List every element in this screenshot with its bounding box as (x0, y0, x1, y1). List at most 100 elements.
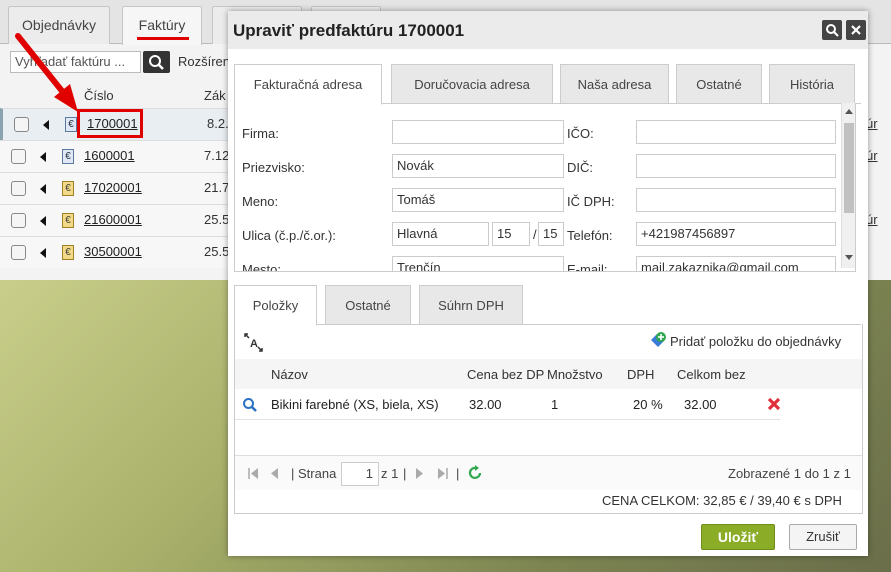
annotation-arrow-icon (15, 33, 78, 112)
address-tabs: Fakturačná adresa Doručovacia adresa Naš… (234, 64, 861, 105)
search-icon[interactable] (242, 397, 258, 413)
scroll-up-icon[interactable] (845, 109, 853, 114)
total-price: CENA CELKOM: 32,85 € / 39,40 € s DPH (602, 493, 842, 508)
priezvisko-label: Priezvisko: (242, 160, 305, 175)
meno-input[interactable]: Tomáš (392, 188, 564, 212)
mesto-label: Mesto: (242, 262, 282, 272)
table-row[interactable]: € 21600001 25.5 (0, 204, 229, 236)
firma-label: Firma: (242, 126, 279, 141)
dialog-title: Upraviť predfaktúru 1700001 (233, 21, 465, 40)
dic-input[interactable] (636, 154, 836, 178)
col-mnozstvo[interactable]: Množstvo (547, 367, 603, 382)
close-icon (851, 25, 861, 35)
row-date: 7.12 (204, 148, 230, 163)
euro-icon: € (62, 181, 74, 196)
invoice-number-link[interactable]: 17020001 (84, 180, 142, 195)
cislo-orientacne-input[interactable]: 15 (538, 222, 564, 246)
add-item-link[interactable]: Pridať položku do objednávky (670, 334, 841, 349)
ulica-label: Ulica (č.p./č.or.): (242, 228, 336, 243)
tab-polozky[interactable]: Položky (234, 285, 317, 326)
meno-label: Meno: (242, 194, 279, 209)
last-page-icon[interactable] (437, 468, 449, 479)
right-fragment: úr (866, 148, 878, 163)
strana-label: Strana (298, 466, 337, 481)
page-divider: | (403, 466, 407, 481)
add-tag-icon[interactable] (649, 331, 667, 349)
tab-ostatne-items[interactable]: Ostatné (325, 285, 411, 325)
search-button[interactable] (143, 51, 170, 73)
delete-icon[interactable] (766, 396, 782, 412)
mesto-input[interactable]: Trenčín (392, 256, 564, 271)
svg-text:A: A (250, 338, 258, 350)
items-grid: A Pridať položku do objednávky Názov Cen… (234, 324, 863, 514)
dialog-search-button[interactable] (822, 20, 842, 40)
billing-address-form: Firma: Priezvisko: Novák Meno: Tomáš Uli… (234, 103, 856, 272)
item-tabs: Položky Ostatné Súhrn DPH (234, 285, 861, 326)
icdph-input[interactable] (636, 188, 836, 212)
row-date: 8.2. (207, 116, 229, 131)
item-nazov: Bikini farebné (XS, biela, XS) (271, 397, 439, 412)
table-row[interactable]: € 17020001 21.7 (0, 172, 230, 204)
col-dph[interactable]: DPH (627, 367, 654, 382)
col-cena[interactable]: Cena bez DP (467, 367, 544, 382)
page-divider: | (456, 466, 460, 481)
scroll-down-icon[interactable] (845, 255, 853, 260)
euro-icon: € (62, 213, 74, 228)
tab-fakturacna-adresa[interactable]: Fakturačná adresa (234, 64, 382, 105)
cancel-button[interactable]: Zrušiť (789, 524, 857, 550)
expand-arrow-icon[interactable] (40, 248, 46, 258)
refresh-icon[interactable] (467, 465, 483, 481)
search-icon (149, 55, 164, 70)
expand-arrow-icon[interactable] (43, 120, 49, 130)
scroll-thumb[interactable] (844, 123, 854, 213)
col-nazov[interactable]: Názov (271, 367, 308, 382)
first-page-icon[interactable] (247, 468, 259, 479)
tab-nasa-adresa[interactable]: Naša adresa (560, 64, 669, 104)
row-checkbox[interactable] (11, 213, 26, 228)
table-row[interactable]: € 30500001 25.5 (0, 236, 230, 268)
euro-icon: € (62, 245, 74, 260)
save-button[interactable]: Uložiť (701, 524, 775, 550)
autosize-columns-icon[interactable]: A (243, 332, 265, 354)
ico-input[interactable] (636, 120, 836, 144)
row-checkbox[interactable] (11, 149, 26, 164)
telefon-input[interactable]: +421987456897 (636, 222, 836, 246)
tab-historia[interactable]: História (769, 64, 855, 104)
expand-arrow-icon[interactable] (40, 184, 46, 194)
table-row[interactable]: € 1600001 7.12 (0, 140, 230, 172)
item-celkom: 32.00 (684, 397, 717, 412)
invoice-number-link[interactable]: 21600001 (84, 212, 142, 227)
row-date: 21.7 (204, 180, 230, 195)
expand-arrow-icon[interactable] (40, 152, 46, 162)
ulica-input[interactable]: Hlavná (392, 222, 489, 246)
email-input[interactable]: mail.zakaznika@gmail.com (636, 256, 836, 271)
search-icon (826, 24, 839, 37)
dialog-close-button[interactable] (846, 20, 866, 40)
form-scrollbar[interactable] (841, 103, 855, 268)
dialog-titlebar: Upraviť predfaktúru 1700001 (228, 11, 868, 49)
page-of-label: z 1 (381, 466, 399, 481)
expand-arrow-icon[interactable] (40, 216, 46, 226)
invoice-number-link[interactable]: 1600001 (84, 148, 135, 163)
prev-page-icon[interactable] (269, 468, 279, 479)
next-page-icon[interactable] (415, 468, 425, 479)
tab-dorucovacia-adresa[interactable]: Doručovacia adresa (391, 64, 553, 104)
right-fragment: úr (866, 116, 878, 131)
col-celkom[interactable]: Celkom bez (677, 367, 746, 382)
edit-proforma-dialog: Upraviť predfaktúru 1700001 Fakturačná a… (228, 11, 868, 556)
row-checkbox[interactable] (11, 181, 26, 196)
col-zak[interactable]: Zák (204, 88, 226, 103)
item-cena: 32.00 (469, 397, 502, 412)
page-number-input[interactable]: 1 (341, 462, 379, 486)
item-dph: 20 % (633, 397, 663, 412)
priezvisko-input[interactable]: Novák (392, 154, 564, 178)
invoice-number-link[interactable]: 30500001 (84, 244, 142, 259)
tab-suhrn-dph[interactable]: Súhrn DPH (419, 285, 523, 325)
right-fragment: úr (866, 212, 878, 227)
firma-input[interactable] (392, 120, 564, 144)
table-row[interactable]: Bikini farebné (XS, biela, XS) 32.00 1 2… (235, 389, 782, 420)
row-date: 25.5 (204, 244, 230, 259)
tab-ostatne[interactable]: Ostatné (676, 64, 762, 104)
cislo-popisne-input[interactable]: 15 (492, 222, 530, 246)
row-checkbox[interactable] (11, 245, 26, 260)
